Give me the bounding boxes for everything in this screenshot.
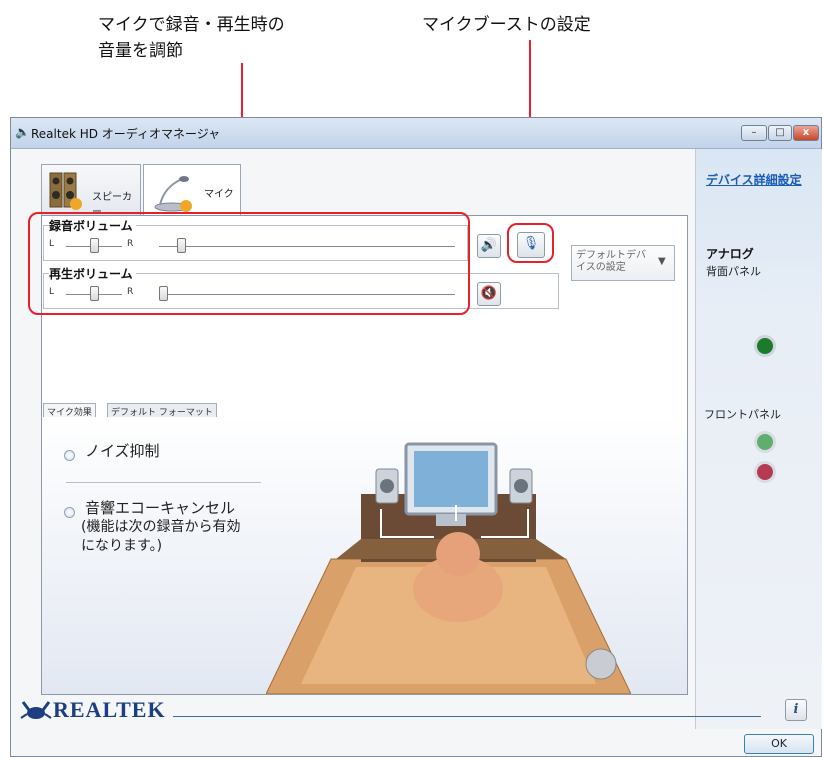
speaker-muted-icon: 🔇 — [480, 286, 498, 301]
title-bar: 🔈 Realtek HD オーディオマネージャ – □ x — [11, 118, 821, 149]
room-illustration — [266, 442, 631, 694]
tab-microphone-label: マイク — [204, 189, 234, 200]
speaker-icon: 🔊 — [480, 238, 498, 253]
speaker-icon: 🔈 — [15, 125, 30, 139]
audio-manager-window: 🔈 Realtek HD オーディオマネージャ – □ x スピーカー マイク … — [10, 117, 822, 757]
realtek-brand: REALTEK — [53, 697, 166, 722]
footer-rule — [173, 716, 761, 717]
close-button[interactable]: x — [793, 125, 819, 141]
analog-heading: アナログ — [706, 247, 754, 261]
back-panel-green-jack[interactable] — [754, 335, 776, 357]
recording-speaker-button[interactable]: 🔊 — [477, 234, 501, 258]
speaker-device-icon — [49, 172, 82, 210]
tab-mic-effects[interactable]: マイク効果 — [43, 403, 96, 418]
tab-microphone[interactable]: マイク — [143, 164, 241, 217]
client-area: スピーカー マイク 録音ボリューム L R 🔊 🎙 再生ボリューム L R 🔇 … — [11, 149, 822, 756]
default-device-dropdown[interactable]: デフォルトデバイスの設定 ▼ — [571, 245, 675, 281]
noise-suppression-radio[interactable] — [64, 450, 75, 461]
back-panel-label: 背面パネル — [706, 265, 761, 278]
chevron-down-icon: ▼ — [658, 256, 666, 267]
echo-cancel-radio[interactable] — [64, 507, 75, 518]
boost-highlight-box — [507, 223, 554, 263]
callout-volume-adjust: マイクで録音・再生時の 音量を調節 — [98, 15, 285, 61]
tab-default-format[interactable]: デフォルト フォーマット — [107, 403, 217, 418]
right-panel: デバイス詳細設定 アナログ 背面パネル フロントパネル — [695, 149, 822, 729]
minimize-button[interactable]: – — [741, 125, 767, 141]
echo-cancel-label: 音響エコーキャンセル — [85, 499, 236, 517]
window-title: Realtek HD オーディオマネージャ — [31, 127, 221, 141]
option-divider — [66, 482, 261, 483]
info-button[interactable]: i — [785, 699, 807, 721]
playback-mute-button[interactable]: 🔇 — [477, 282, 501, 306]
echo-cancel-note: (機能は次の録音から有効 になります。) — [81, 519, 241, 554]
realtek-crab-logo — [20, 701, 52, 719]
front-panel-green-jack[interactable] — [754, 431, 776, 453]
tab-speakers[interactable]: スピーカー — [41, 164, 141, 218]
front-panel-pink-jack[interactable] — [754, 461, 776, 483]
default-device-label: デフォルトデバイスの設定 — [576, 250, 646, 273]
callout-mic-boost: マイクブーストの設定 — [422, 15, 591, 35]
microphone-device-icon — [154, 176, 192, 212]
maximize-button[interactable]: □ — [768, 125, 792, 141]
volume-highlight-box — [28, 212, 470, 315]
noise-suppression-label: ノイズ抑制 — [85, 442, 160, 460]
ok-button[interactable]: OK — [744, 734, 814, 754]
front-panel-label: フロントパネル — [704, 408, 781, 421]
device-advanced-settings-link[interactable]: デバイス詳細設定 — [706, 171, 802, 188]
